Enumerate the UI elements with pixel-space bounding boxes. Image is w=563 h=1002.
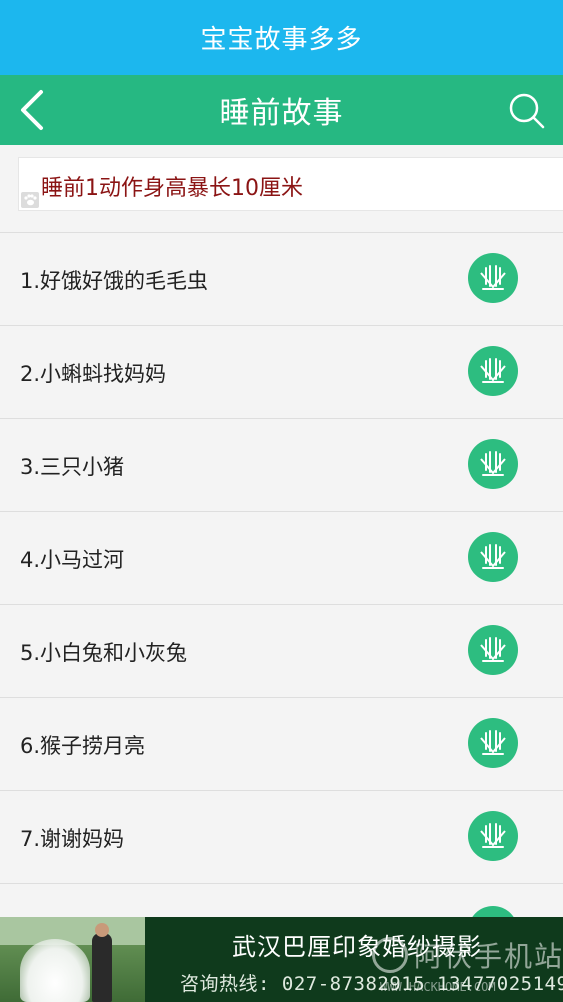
watermark-text: 阿伏手机站 [414,940,563,973]
book-play-icon[interactable] [468,439,518,489]
story-title: 1.好饿好饿的毛毛虫 [20,269,209,293]
story-title: 2.小蝌蚪找妈妈 [20,362,167,386]
book-play-icon[interactable] [468,346,518,396]
list-item[interactable]: 5.小白兔和小灰兔 [0,605,563,698]
watermark: 阿伏手机站 [372,935,563,975]
nav-bar: 睡前故事 [0,75,563,145]
story-title: 5.小白兔和小灰兔 [20,641,188,665]
list-item[interactable]: 1.好饿好饿的毛毛虫 [0,233,563,326]
book-play-icon[interactable] [468,811,518,861]
story-list: 1.好饿好饿的毛毛虫 2.小蝌蚪找妈妈 3.三只小猪 4.小马过河 5.小白兔和… [0,233,563,977]
ad-text-banner[interactable]: 睡前1动作身高暴长10厘米 [18,157,563,211]
book-play-icon[interactable] [468,625,518,675]
book-play-icon[interactable] [468,718,518,768]
story-title: 4.小马过河 [20,548,125,572]
book-play-icon[interactable] [468,532,518,582]
ad-wedding-photo [0,917,145,1002]
book-play-icon[interactable] [468,253,518,303]
list-item[interactable]: 2.小蝌蚪找妈妈 [0,326,563,419]
list-item[interactable]: 6.猴子捞月亮 [0,698,563,791]
list-item[interactable]: 7.谢谢妈妈 [0,791,563,884]
list-item[interactable]: 3.三只小猪 [0,419,563,512]
story-title: 7.谢谢妈妈 [20,827,125,851]
story-title: 3.三只小猪 [20,455,125,479]
watermark-logo-icon [372,937,408,973]
paw-icon [21,192,39,208]
chevron-left-icon [21,90,43,130]
story-title: 6.猴子捞月亮 [20,734,146,758]
page-title: 睡前故事 [219,96,344,131]
search-button[interactable] [503,87,551,135]
app-title: 宝宝故事多多 [200,25,363,55]
ad-text[interactable]: 睡前1动作身高暴长10厘米 [41,170,303,202]
search-icon [509,93,545,129]
list-item[interactable]: 4.小马过河 [0,512,563,605]
back-button[interactable] [8,83,56,137]
app-title-bar: 宝宝故事多多 [0,0,563,75]
watermark-url: WWW.HACKHOME.COM [380,980,496,994]
